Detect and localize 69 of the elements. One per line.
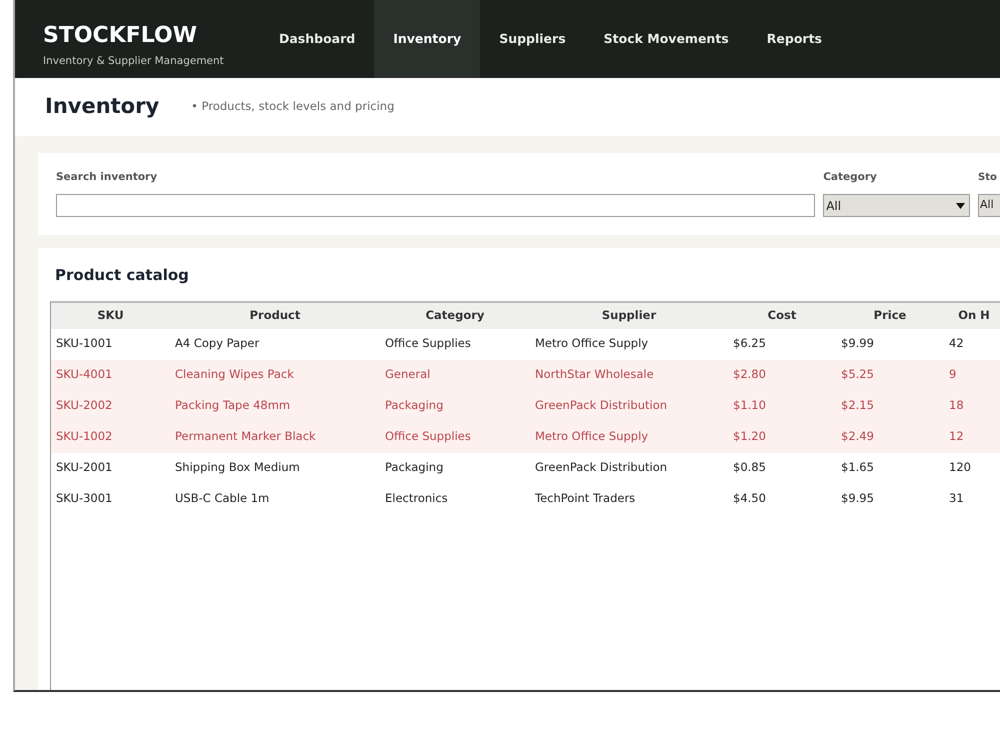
table-cell-text: SKU-4001 [55, 366, 114, 384]
table-cell-text: $6.25 [732, 335, 767, 352]
nav-tab[interactable]: Reports [748, 0, 841, 78]
brand-subtitle: Inventory & Supplier Management [43, 54, 224, 69]
table-cell-text: SKU-3001 [55, 490, 114, 508]
table-cell-text: 18 [948, 397, 965, 414]
column-header[interactable]: On H [944, 306, 1000, 324]
page-subtitle: • Products, stock levels and pricing [191, 98, 394, 116]
column-header[interactable]: Product [170, 306, 380, 324]
table-cell-text: $1.65 [840, 459, 875, 476]
table-cell-text: Metro Office Supply [534, 335, 650, 352]
table-cell-text: $2.80 [732, 366, 767, 384]
table-row[interactable]: SKU-1002 Permanent Marker Black Office Supplies Metro Office Supply $1.20 $2.49 12 [51, 422, 1000, 452]
table-cell-text: Packaging [384, 397, 444, 414]
table-cell-text: SKU-2002 [55, 397, 114, 414]
brand-title: STOCKFLOW [43, 22, 197, 50]
table-cell-text: Cleaning Wipes Pack [174, 366, 295, 384]
table-cell-text: 42 [948, 335, 965, 352]
table-cell-text: 31 [948, 490, 965, 508]
category-label: Category [823, 170, 877, 185]
table-cell-text: General [384, 366, 432, 384]
table-cell-text: Permanent Marker Black [174, 428, 317, 446]
table-cell-text: Packing Tape 48mm [174, 397, 292, 414]
table-row[interactable]: SKU-4001 Cleaning Wipes Pack General NorthStar Wholesale $2.80 $5.25 9 [51, 360, 1000, 390]
table-cell-text: Shipping Box Medium [174, 459, 301, 476]
table-cell-text: 12 [948, 428, 965, 446]
column-header[interactable]: Cost [728, 306, 836, 324]
search-field[interactable] [56, 194, 816, 217]
table-row[interactable]: SKU-2002 Packing Tape 48mm Packaging GreenPack Distribution $1.10 $2.15 18 [51, 390, 1000, 422]
table-cell-text: SKU-1001 [55, 335, 114, 352]
table-cell-text: Electronics [384, 490, 449, 508]
table-cell-text: 120 [948, 459, 972, 476]
column-header[interactable]: Price [836, 306, 944, 324]
table-cell-text: 9 [948, 366, 958, 384]
nav-tab[interactable]: Dashboard [260, 0, 374, 78]
table-cell-text: $9.99 [840, 335, 875, 352]
filter-dropdown[interactable]: All [978, 194, 1000, 217]
table-cell-text: $1.10 [732, 397, 767, 414]
table-cell-text: GreenPack Distribution [534, 397, 668, 414]
table-cell-text: $1.20 [732, 428, 767, 446]
table-cell-text: $2.49 [840, 428, 875, 446]
table-cell-text: SKU-2001 [55, 459, 114, 476]
column-header[interactable]: Category [380, 306, 530, 324]
nav-tab[interactable]: Stock Movements [584, 0, 748, 78]
table-cell-text: Packaging [384, 459, 444, 476]
filter-label: Sto [978, 171, 997, 185]
table-cell-text: Office Supplies [384, 335, 472, 352]
table-cell-text: $0.85 [732, 459, 767, 476]
table-cell-text: $5.25 [840, 366, 875, 384]
nav-tab[interactable]: Inventory [374, 0, 480, 78]
table-cell-text: $2.15 [840, 397, 875, 414]
category-dropdown[interactable]: All [823, 194, 970, 217]
dropdown-arrow-icon [956, 202, 966, 208]
table-cell-text: $9.95 [840, 490, 875, 508]
column-header[interactable]: SKU [51, 306, 170, 324]
table-cell-text: Metro Office Supply [534, 428, 650, 446]
table-cell-text: NorthStar Wholesale [534, 366, 655, 384]
table-cell-text: TechPoint Traders [534, 490, 636, 508]
table-cell-text: USB-C Cable 1m [174, 490, 270, 508]
table-cell-text: Office Supplies [384, 428, 472, 446]
column-header[interactable]: Supplier [530, 306, 728, 324]
table-cell-text: $4.50 [732, 490, 767, 508]
section-title: Product catalog [55, 265, 189, 286]
nav-tab[interactable]: Suppliers [480, 0, 585, 78]
table-cell-text: A4 Copy Paper [174, 335, 260, 352]
search-label: Search inventory [56, 170, 158, 185]
page-title: Inventory [45, 93, 160, 120]
table-cell-text: SKU-1002 [55, 428, 114, 446]
table-cell-text: GreenPack Distribution [534, 459, 668, 476]
